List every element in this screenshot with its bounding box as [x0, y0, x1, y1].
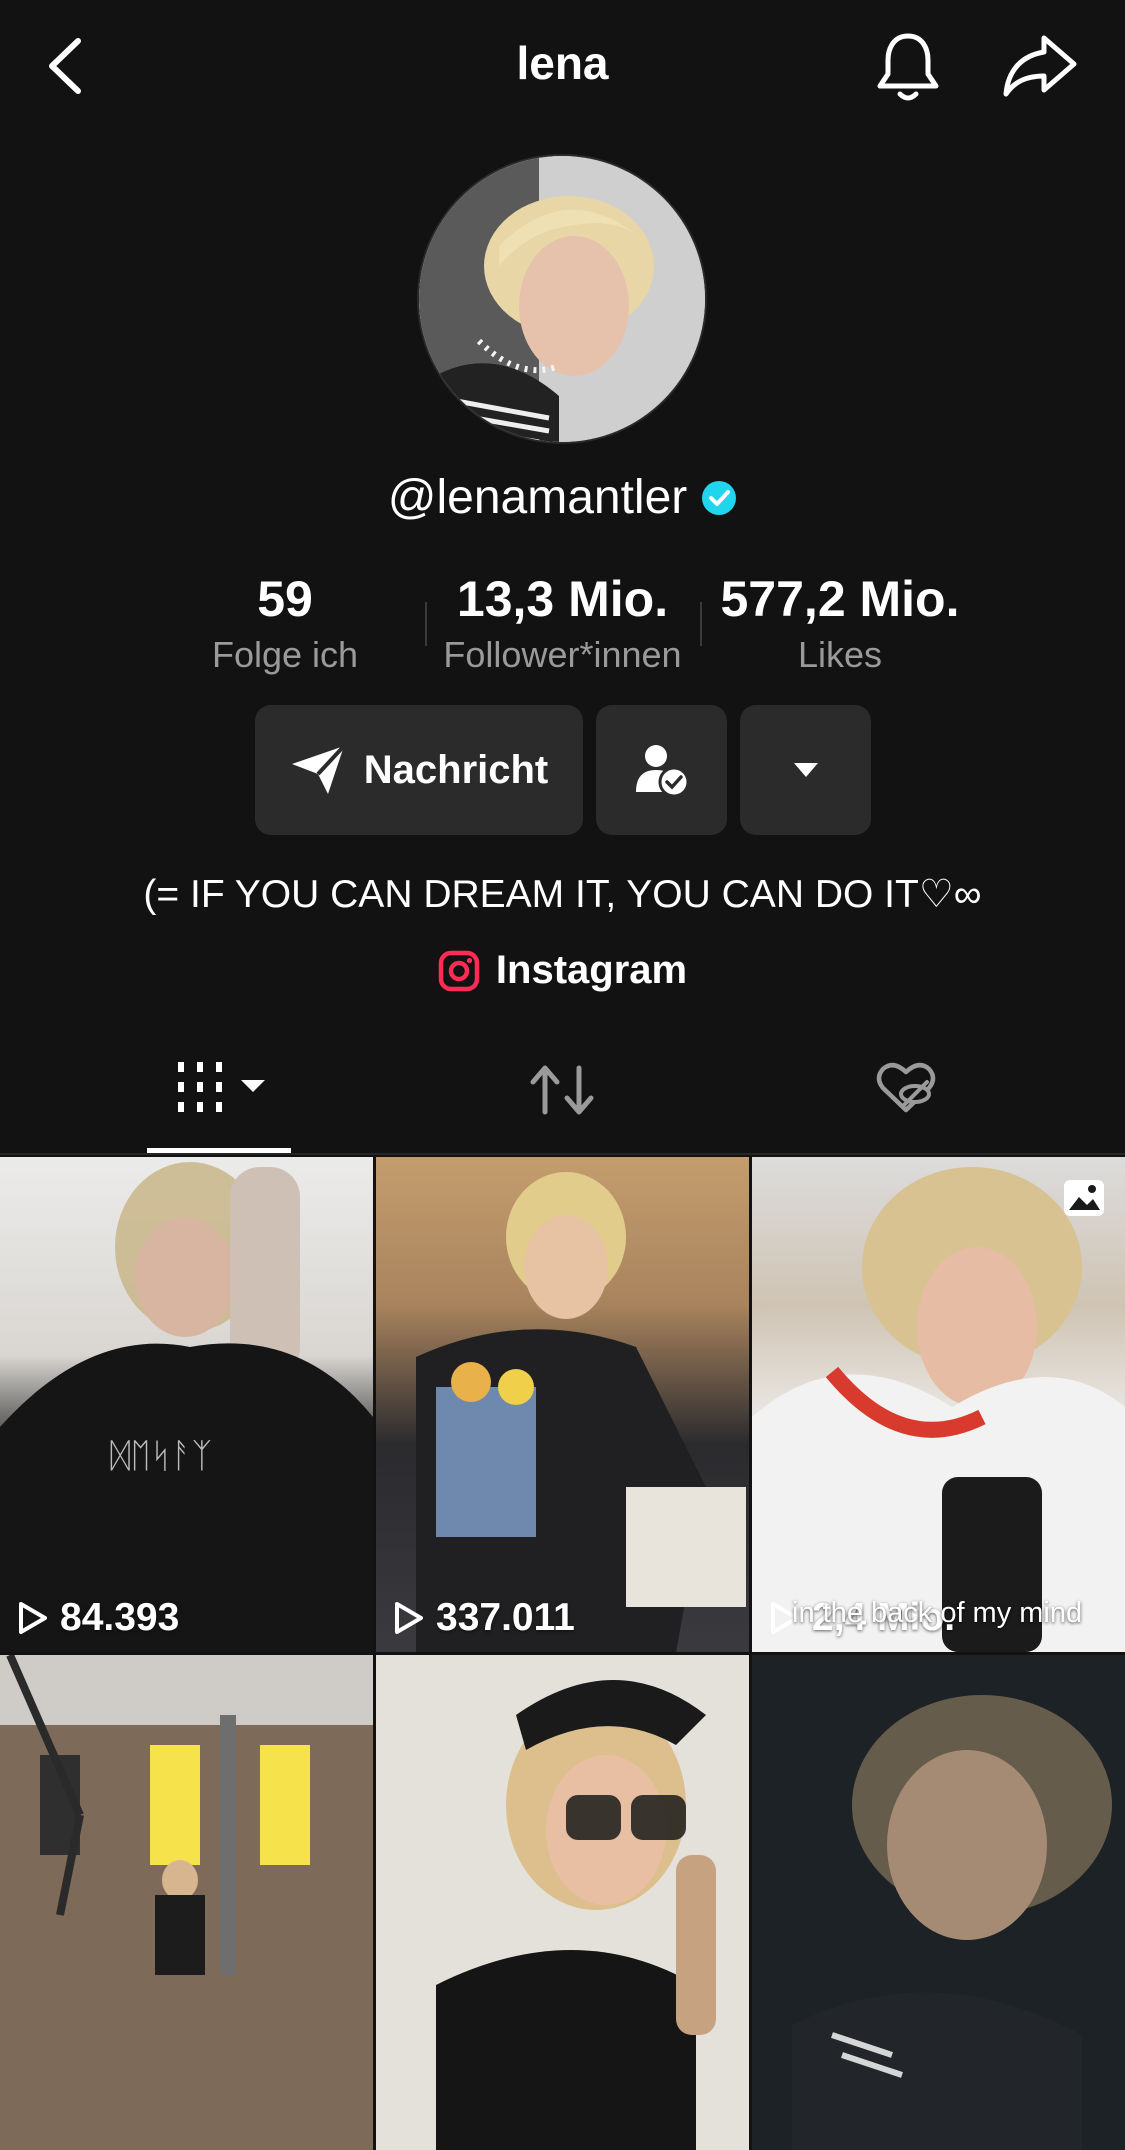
message-button-label: Nachricht	[363, 747, 549, 792]
video-thumbnail[interactable]: 337.011	[376, 1157, 749, 1652]
caret-down-icon	[793, 762, 819, 778]
verified-badge-icon	[701, 480, 737, 516]
following-label: Folge ich	[211, 634, 359, 675]
likes-label: Likes	[797, 634, 883, 675]
stat-likes[interactable]: 577,2 Mio. Likes	[700, 570, 980, 676]
handle-row: @lenamantler	[0, 470, 1125, 525]
following-status-button[interactable]	[596, 705, 727, 835]
likes-count: 577,2 Mio.	[720, 571, 960, 627]
svg-text:ᛞᛖᛋᚨᛉ: ᛞᛖᛋᚨᛉ	[110, 1436, 212, 1476]
paper-plane-icon	[290, 744, 346, 796]
following-count: 59	[257, 571, 313, 627]
followers-count: 13,3 Mio.	[456, 571, 669, 627]
video-thumbnail[interactable]	[376, 1655, 749, 2150]
tab-videos[interactable]	[175, 1060, 271, 1116]
bell-icon[interactable]	[872, 28, 944, 104]
followers-label: Follower*innen	[443, 634, 682, 675]
share-arrow-icon[interactable]	[1000, 30, 1080, 102]
profile-title: lena	[516, 37, 609, 89]
message-button[interactable]: Nachricht	[255, 705, 583, 835]
view-count: 337.011	[394, 1596, 575, 1640]
user-check-icon	[634, 742, 690, 798]
stat-following[interactable]: 59 Folge ich	[185, 570, 385, 676]
repost-icon	[530, 1065, 594, 1115]
instagram-icon	[438, 950, 480, 992]
view-count-value: 84.393	[60, 1596, 180, 1639]
thumbnail-caption: in the back of my mind	[792, 1597, 1083, 1629]
photo-thumbnail[interactable]: 2,4 Mio. in the back of my mind	[752, 1157, 1125, 1652]
video-thumbnail[interactable]: ᛞᛖᛋᚨᛉ 84.393	[0, 1157, 373, 1652]
tabs-divider	[0, 1153, 1125, 1155]
play-icon	[394, 1601, 424, 1635]
video-thumbnail[interactable]	[0, 1655, 373, 2150]
view-count-value: 337.011	[436, 1596, 575, 1639]
photo-carousel-icon	[1063, 1179, 1105, 1217]
grid-icon	[178, 1062, 222, 1112]
tab-liked[interactable]	[875, 1060, 937, 1116]
view-count: 84.393	[18, 1596, 179, 1640]
username-handle: @lenamantler	[387, 471, 688, 524]
stat-followers[interactable]: 13,3 Mio. Follower*innen	[420, 570, 705, 676]
avatar[interactable]	[419, 156, 705, 442]
play-icon	[18, 1601, 48, 1635]
instagram-link-label: Instagram	[495, 948, 688, 992]
instagram-link[interactable]: Instagram	[0, 948, 1125, 993]
video-thumbnail[interactable]	[752, 1655, 1125, 2150]
liked-hidden-icon	[876, 1062, 936, 1113]
more-suggestions-button[interactable]	[740, 705, 871, 835]
tab-reposts[interactable]	[527, 1060, 597, 1120]
profile-bio: (= IF YOU CAN DREAM IT, YOU CAN DO IT♡∞	[143, 873, 982, 916]
